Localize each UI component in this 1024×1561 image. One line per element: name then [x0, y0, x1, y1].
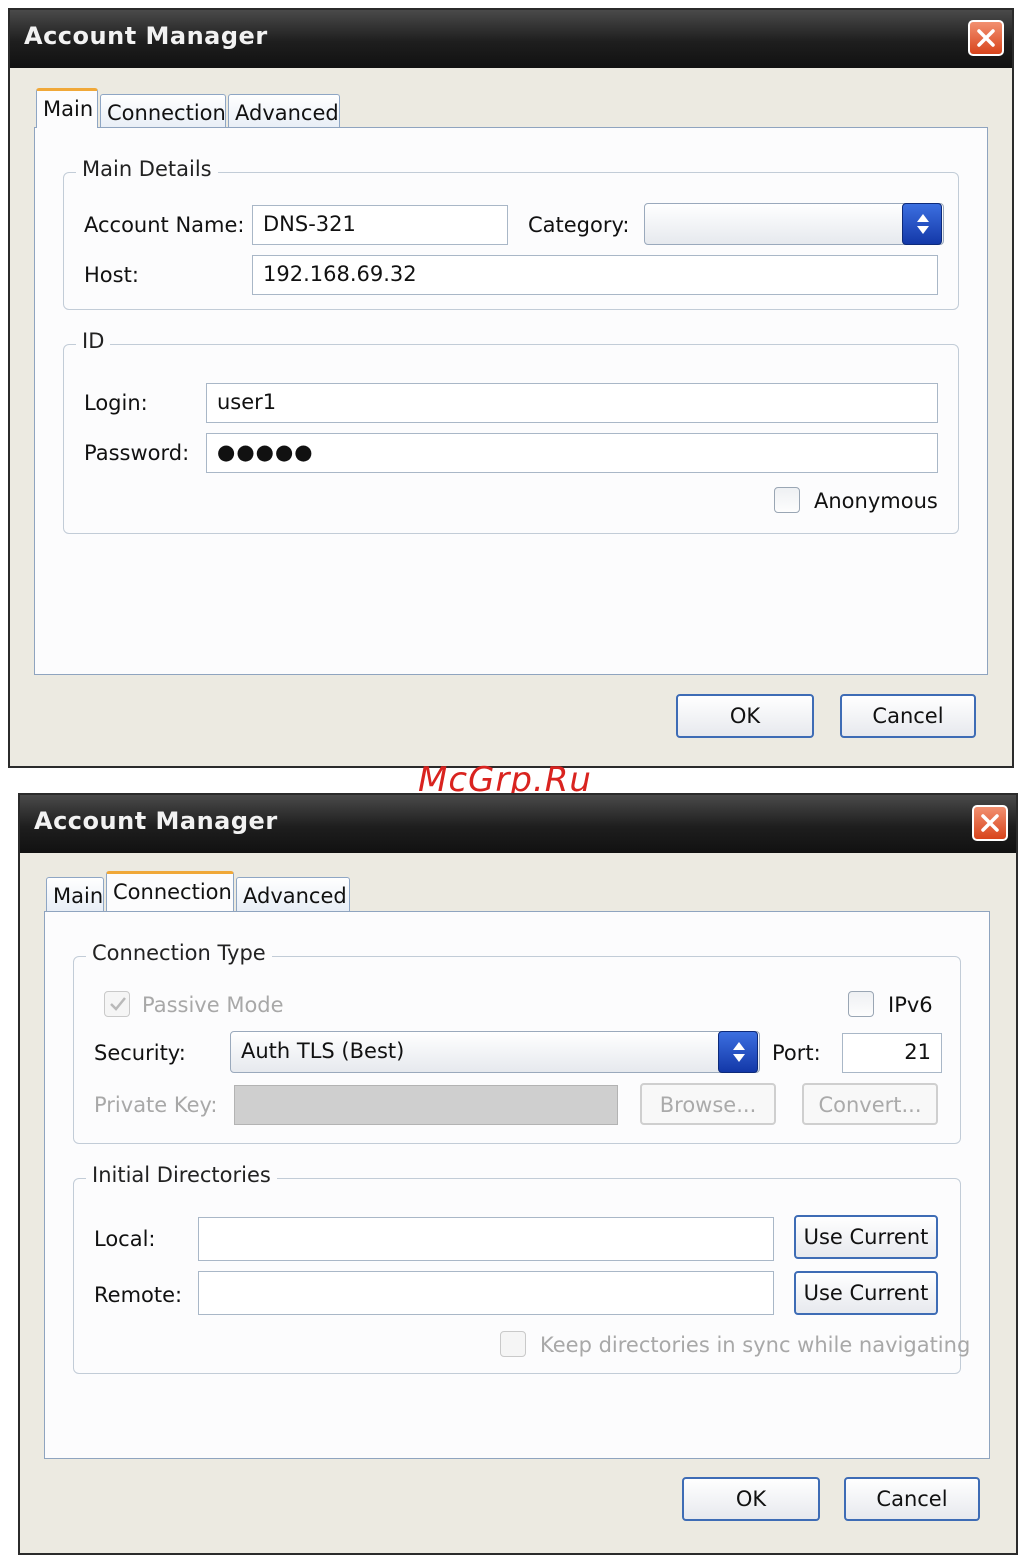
close-button[interactable] — [972, 805, 1008, 841]
browse-button[interactable]: Browse... — [640, 1083, 776, 1125]
password-label: Password: — [84, 441, 190, 465]
password-input[interactable]: ●●●●● — [206, 433, 938, 473]
security-select[interactable]: Auth TLS (Best) — [230, 1031, 760, 1073]
title-bar[interactable]: Account Manager — [10, 10, 1012, 68]
anonymous-checkbox[interactable] — [774, 487, 800, 513]
keep-sync-label: Keep directories in sync while navigatin… — [540, 1333, 971, 1357]
private-key-input[interactable] — [234, 1085, 618, 1125]
remote-input[interactable] — [198, 1271, 774, 1315]
tab-connection[interactable]: Connection — [106, 871, 234, 911]
tab-panel-connection: Connection Type Passive Mode IPv6 Securi… — [44, 911, 990, 1459]
updown-arrows-icon — [733, 1042, 745, 1062]
close-button[interactable] — [968, 20, 1004, 56]
window-title: Account Manager — [24, 22, 268, 50]
ipv6-checkbox[interactable] — [848, 991, 874, 1017]
security-dropdown-button[interactable] — [718, 1031, 758, 1073]
remote-label: Remote: — [94, 1283, 183, 1307]
use-current-local-button[interactable]: Use Current — [794, 1215, 938, 1259]
convert-button[interactable]: Convert... — [802, 1083, 938, 1125]
account-manager-dialog-main: Account Manager Main Connection Advanced… — [8, 8, 1014, 768]
cancel-button[interactable]: Cancel — [840, 694, 976, 738]
cancel-button[interactable]: Cancel — [844, 1477, 980, 1521]
passive-mode-label: Passive Mode — [142, 993, 284, 1017]
host-input[interactable]: 192.168.69.32 — [252, 255, 938, 295]
host-label: Host: — [84, 263, 139, 287]
passive-mode-checkbox[interactable] — [104, 991, 130, 1017]
tab-main[interactable]: Main — [36, 88, 98, 128]
ok-button[interactable]: OK — [676, 694, 814, 738]
tab-advanced[interactable]: Advanced — [228, 94, 340, 128]
connection-type-group: Connection Type Passive Mode IPv6 Securi… — [73, 941, 961, 1144]
tab-main[interactable]: Main — [46, 877, 104, 911]
main-details-group: Main Details Account Name: DNS-321 Categ… — [63, 157, 959, 310]
login-label: Login: — [84, 391, 148, 415]
category-dropdown-button[interactable] — [902, 203, 942, 245]
login-input[interactable]: user1 — [206, 383, 938, 423]
connection-type-legend: Connection Type — [86, 941, 272, 965]
account-name-label: Account Name: — [84, 213, 245, 237]
category-select[interactable] — [644, 203, 944, 245]
ok-button[interactable]: OK — [682, 1477, 820, 1521]
updown-arrows-icon — [917, 214, 929, 234]
security-label: Security: — [94, 1041, 186, 1065]
account-manager-dialog-connection: Account Manager Main Connection Advanced… — [18, 793, 1018, 1555]
id-legend: ID — [76, 329, 111, 353]
ipv6-label: IPv6 — [888, 993, 933, 1017]
window-title: Account Manager — [34, 807, 278, 835]
private-key-label: Private Key: — [94, 1093, 218, 1117]
use-current-remote-button[interactable]: Use Current — [794, 1271, 938, 1315]
keep-sync-checkbox[interactable] — [500, 1331, 526, 1357]
initial-directories-group: Initial Directories Local: Use Current R… — [73, 1163, 970, 1374]
tab-connection[interactable]: Connection — [100, 94, 226, 128]
main-details-legend: Main Details — [76, 157, 218, 181]
close-icon — [981, 814, 999, 832]
id-group: ID Login: user1 Password: ●●●●● Anonymou… — [63, 329, 959, 534]
category-label: Category: — [528, 213, 630, 237]
account-name-input[interactable]: DNS-321 — [252, 205, 508, 245]
title-bar[interactable]: Account Manager — [20, 795, 1016, 853]
port-label: Port: — [772, 1041, 821, 1065]
initial-directories-legend: Initial Directories — [86, 1163, 277, 1187]
tab-panel-main: Main Details Account Name: DNS-321 Categ… — [34, 127, 988, 675]
port-input[interactable]: 21 — [842, 1033, 942, 1073]
close-icon — [977, 29, 995, 47]
local-label: Local: — [94, 1227, 156, 1251]
checkmark-icon — [110, 997, 126, 1011]
anonymous-label: Anonymous — [814, 489, 938, 513]
local-input[interactable] — [198, 1217, 774, 1261]
tab-advanced[interactable]: Advanced — [236, 877, 350, 911]
